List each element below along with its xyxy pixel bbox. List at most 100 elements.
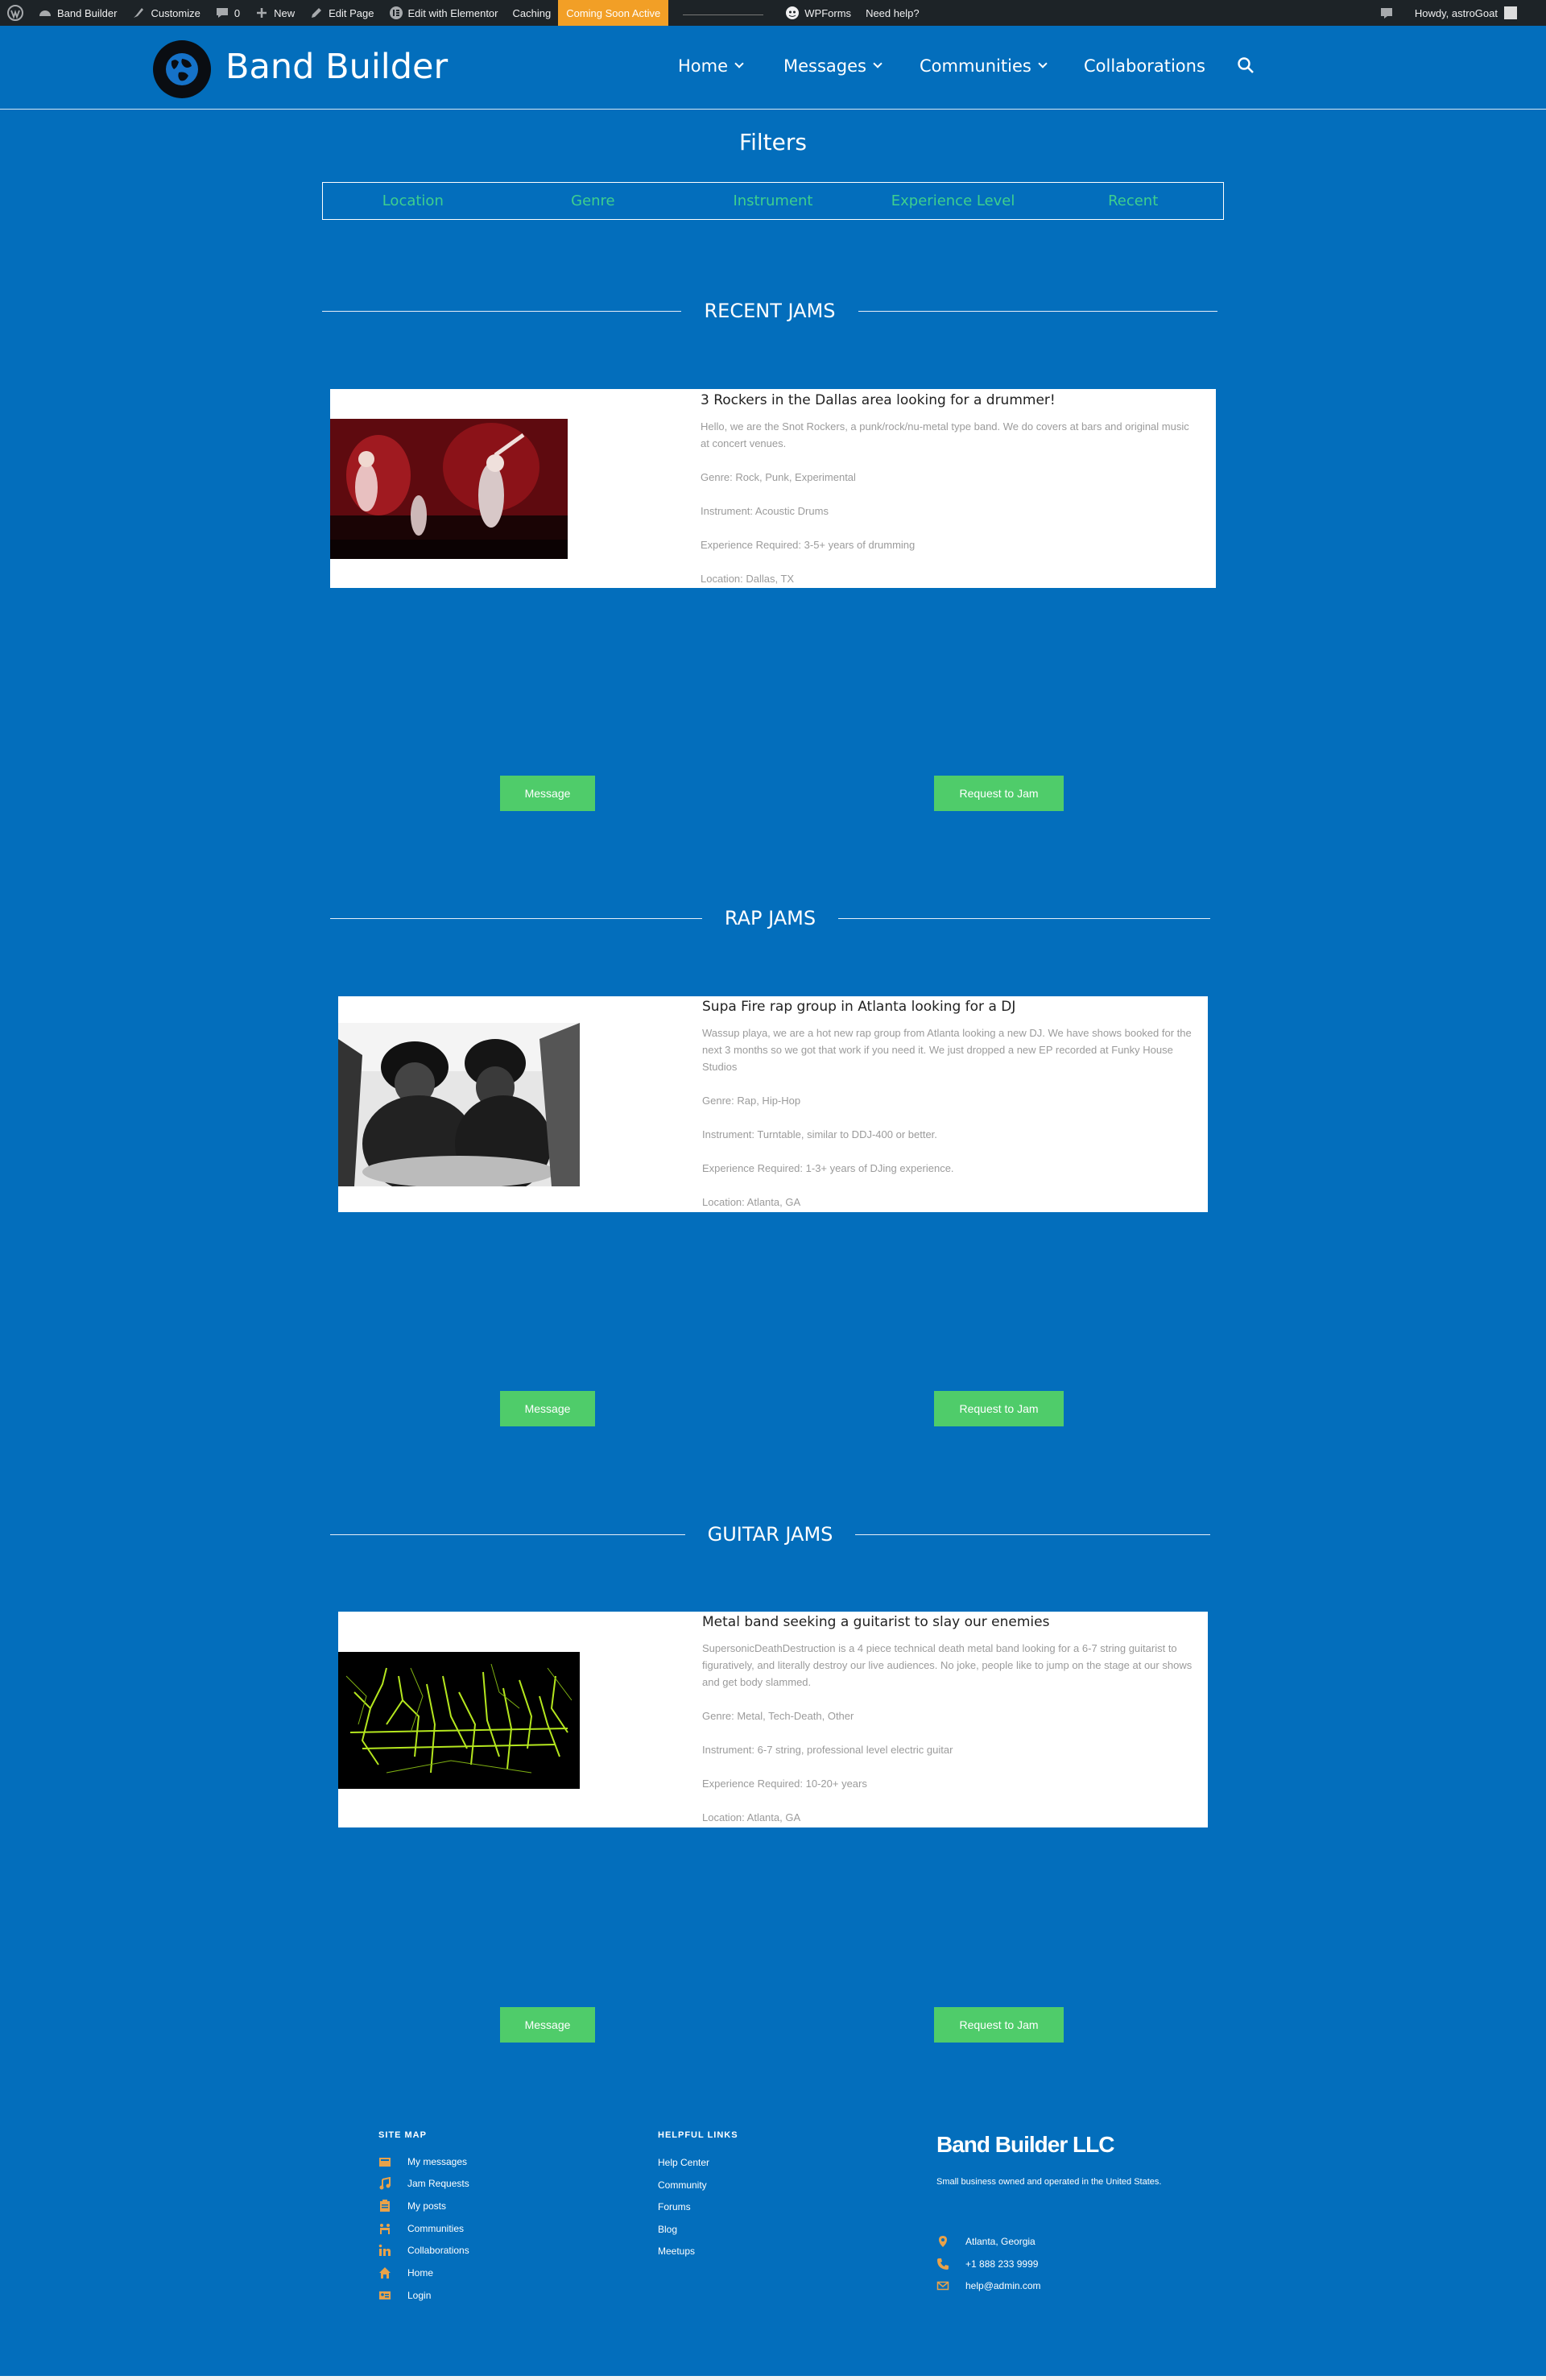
footer-link-label: Communities (407, 2223, 465, 2234)
jam-title[interactable]: Supa Fire rap group in Atlanta looking f… (702, 999, 1015, 1015)
footer-email-label: help@admin.com (965, 2280, 1041, 2291)
band-photo (330, 419, 568, 559)
message-button[interactable]: Message (500, 2007, 595, 2043)
admin-coming-soon[interactable]: Coming Soon Active (558, 0, 669, 26)
nav-messages-label: Messages (783, 56, 866, 76)
nav-messages[interactable]: Messages (783, 56, 883, 76)
band-logo-image (338, 1652, 580, 1789)
admin-comments[interactable]: 0 (208, 0, 247, 26)
footer-link-communities[interactable]: Communities (378, 2222, 464, 2235)
chevron-down-icon (734, 59, 744, 68)
inbox-icon (379, 2158, 391, 2167)
nav-collaborations[interactable]: Collaborations (1084, 56, 1205, 76)
admin-edit-page-label: Edit Page (329, 6, 374, 19)
admin-comments-count: 0 (234, 6, 241, 19)
wpforms-icon (786, 6, 800, 19)
admin-bar: Band Builder Customize 0 New Edit Page E… (0, 0, 1546, 26)
admin-caching-label: Caching (512, 6, 552, 19)
notification-icon[interactable] (1379, 6, 1394, 20)
footer-phone-label: +1 888 233 9999 (965, 2258, 1039, 2270)
filter-instrument[interactable]: Instrument (683, 183, 863, 219)
footer-link-label: My messages (407, 2156, 468, 2167)
page-bottom-strip (0, 2376, 1546, 2380)
jam-details: Hello, we are the Snot Rockers, a punk/r… (701, 418, 1200, 604)
dashboard-icon (39, 10, 51, 16)
filter-genre[interactable]: Genre (503, 183, 684, 219)
footer-link-forums[interactable]: Forums (658, 2201, 691, 2212)
admin-wpforms[interactable]: WPForms (778, 0, 858, 26)
footer-link-my-messages[interactable]: My messages (378, 2155, 467, 2168)
request-to-jam-button[interactable]: Request to Jam (934, 2007, 1064, 2043)
site-title[interactable]: Band Builder (225, 47, 448, 87)
footer-link-help-center[interactable]: Help Center (658, 2157, 709, 2168)
admin-caching[interactable]: Caching (506, 0, 559, 26)
request-to-jam-button[interactable]: Request to Jam (934, 1391, 1064, 1426)
wordpress-logo-button[interactable] (0, 0, 31, 26)
request-to-jam-button[interactable]: Request to Jam (934, 776, 1064, 811)
footer-link-label: Login (407, 2290, 432, 2301)
jam-title[interactable]: Metal band seeking a guitarist to slay o… (702, 1614, 1049, 1630)
jam-card: Metal band seeking a guitarist to slay o… (338, 1612, 1208, 1827)
filters-title: Filters (739, 129, 807, 155)
footer-link-jam-requests[interactable]: Jam Requests (378, 2177, 469, 2190)
jam-experience: Experience Required: 1-3+ years of DJing… (702, 1162, 954, 1174)
admin-site-name-label: Band Builder (57, 6, 118, 19)
footer-link-label: Collaborations (407, 2245, 469, 2256)
footer-link-label: Jam Requests (407, 2178, 469, 2189)
nav-collaborations-label: Collaborations (1084, 56, 1205, 76)
jam-description: Hello, we are the Snot Rockers, a punk/r… (701, 420, 1189, 449)
footer-link-community[interactable]: Community (658, 2179, 707, 2191)
id-card-icon (379, 2291, 391, 2299)
site-logo[interactable] (153, 40, 211, 98)
admin-new-label: New (274, 6, 296, 19)
band-photo (338, 1023, 580, 1186)
avatar[interactable] (1504, 6, 1517, 19)
footer-email[interactable]: help@admin.com (936, 2279, 1041, 2292)
admin-coming-soon-label: Coming Soon Active (566, 6, 661, 19)
footer-phone[interactable]: +1 888 233 9999 (936, 2258, 1038, 2270)
nav-communities[interactable]: Communities (920, 56, 1048, 76)
section-title: RECENT JAMS (704, 300, 836, 322)
message-button[interactable]: Message (500, 1391, 595, 1426)
footer-link-label: My posts (407, 2200, 447, 2212)
admin-customize-label: Customize (151, 6, 200, 19)
jam-card: 3 Rockers in the Dallas area looking for… (330, 389, 1216, 588)
home-icon (379, 2267, 391, 2279)
nav-home[interactable]: Home (678, 56, 744, 76)
admin-site-name[interactable]: Band Builder (31, 0, 124, 26)
message-button[interactable]: Message (500, 776, 595, 811)
admin-edit-page[interactable]: Edit Page (302, 0, 381, 26)
jam-card: Supa Fire rap group in Atlanta looking f… (338, 996, 1208, 1212)
footer-address-label: Atlanta, Georgia (965, 2236, 1035, 2247)
admin-edit-elementor-label: Edit with Elementor (407, 6, 498, 19)
footer-link-collaborations[interactable]: Collaborations (378, 2244, 469, 2257)
footer-link-login[interactable]: Login (378, 2289, 431, 2302)
footer-link-home[interactable]: Home (378, 2266, 433, 2279)
jam-title[interactable]: 3 Rockers in the Dallas area looking for… (701, 392, 1056, 408)
footer-sitemap-heading: SITE MAP (378, 2130, 427, 2140)
footer-address: Atlanta, Georgia (936, 2235, 1035, 2248)
admin-howdy[interactable]: Howdy, astroGoat (1415, 7, 1498, 19)
section-heading-recent-jams: RECENT JAMS (322, 300, 1217, 322)
admin-blank-item[interactable] (683, 10, 764, 15)
filter-location[interactable]: Location (323, 183, 503, 219)
admin-new[interactable]: New (247, 0, 302, 26)
footer-link-blog[interactable]: Blog (658, 2224, 677, 2235)
admin-need-help[interactable]: Need help? (858, 0, 927, 26)
jam-description: SupersonicDeathDestruction is a 4 piece … (702, 1642, 1193, 1688)
divider (855, 1534, 1210, 1535)
filter-experience-level[interactable]: Experience Level (863, 183, 1044, 219)
section-title: RAP JAMS (724, 907, 816, 929)
filter-recent[interactable]: Recent (1043, 183, 1223, 219)
chevron-down-icon (1038, 59, 1048, 68)
admin-customize[interactable]: Customize (124, 0, 207, 26)
footer-link-my-posts[interactable]: My posts (378, 2200, 446, 2212)
section-heading-guitar-jams: GUITAR JAMS (330, 1523, 1210, 1546)
admin-wpforms-label: WPForms (804, 6, 852, 19)
footer-link-label: Home (407, 2267, 434, 2279)
search-icon[interactable] (1237, 56, 1255, 74)
admin-edit-elementor[interactable]: Edit with Elementor (382, 0, 506, 26)
footer-company-description: Small business owned and operated in the… (936, 2177, 1162, 2187)
footer-link-meetups[interactable]: Meetups (658, 2245, 695, 2257)
footer-helpful-heading: HELPFUL LINKS (658, 2130, 738, 2140)
